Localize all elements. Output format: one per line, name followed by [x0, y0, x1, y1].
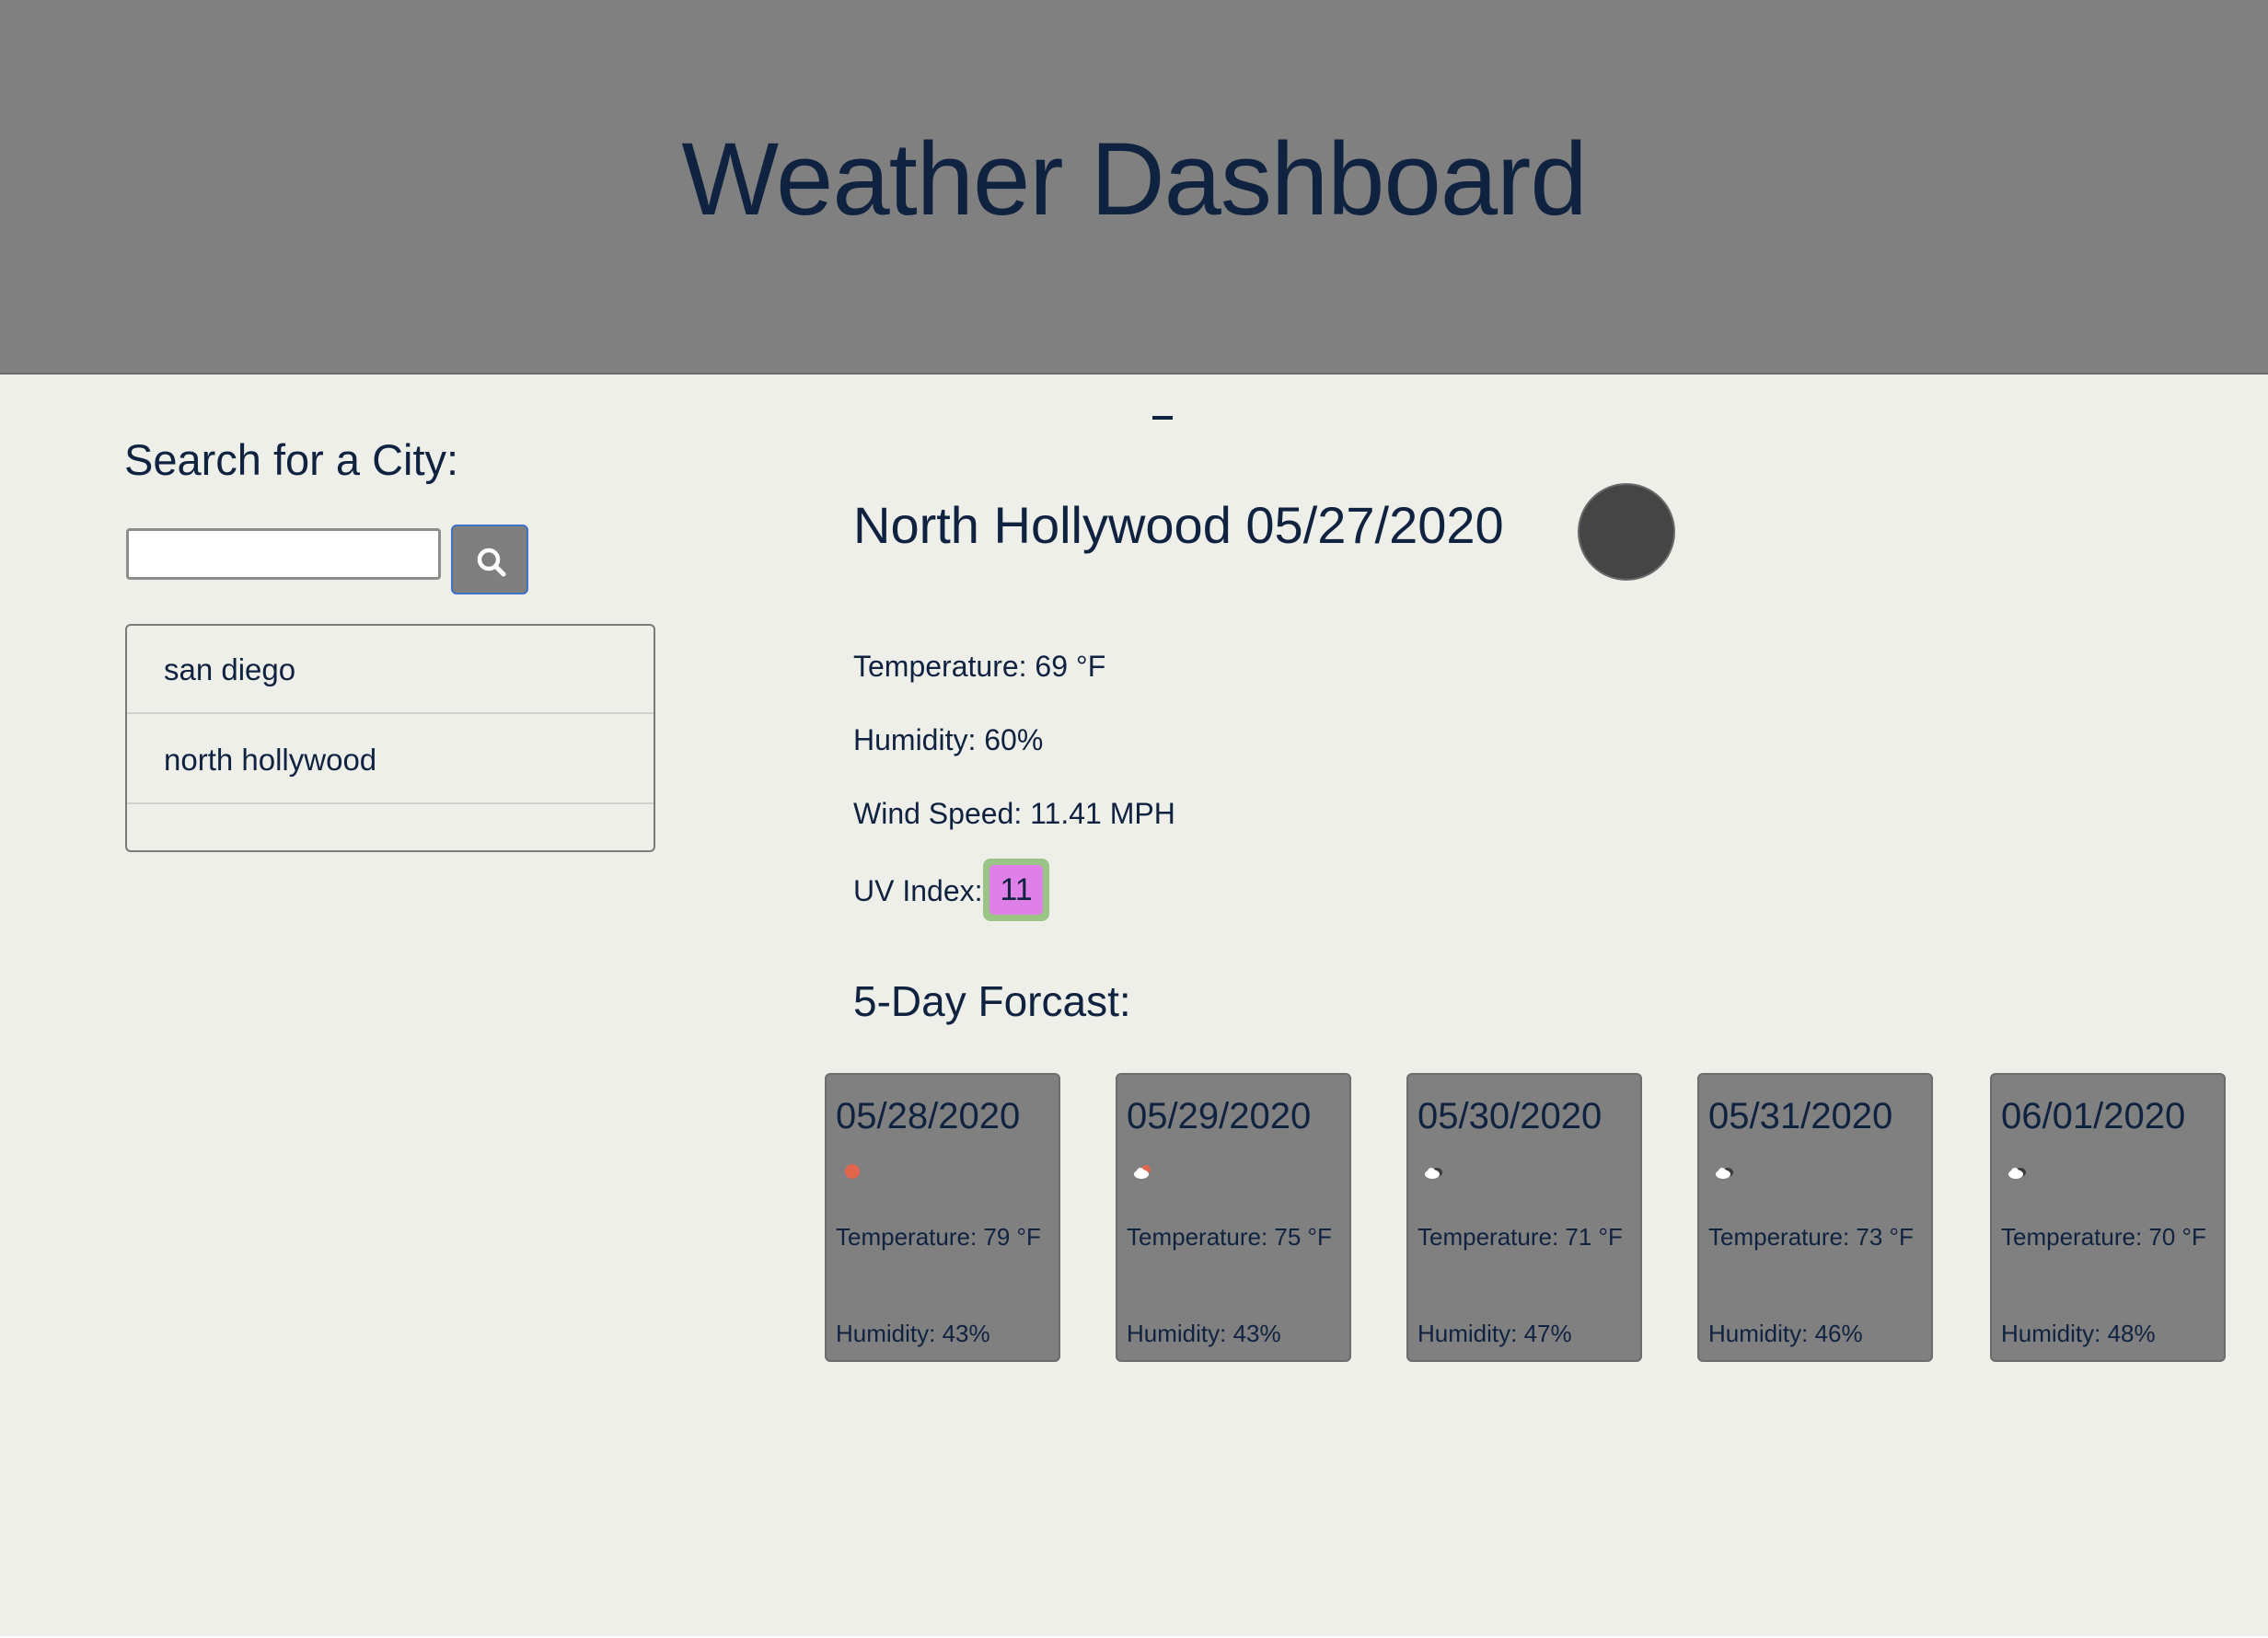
sun-icon	[845, 1164, 860, 1179]
forecast-card: 05/30/2020 Temperature: 71 °F Humidity: …	[1406, 1073, 1642, 1362]
forecast-temperature: Temperature: 75 °F	[1127, 1223, 1332, 1251]
cloud-icon	[1716, 1168, 1733, 1179]
current-wind-speed: Wind Speed: 11.41 MPH	[853, 797, 1175, 830]
forecast-humidity: Humidity: 46%	[1708, 1320, 1863, 1347]
current-temperature: Temperature: 69 °F	[853, 650, 1106, 683]
forecast-temperature: Temperature: 79 °F	[836, 1223, 1041, 1251]
search-input[interactable]	[126, 528, 441, 580]
forecast-card: 05/29/2020 Temperature: 75 °F Humidity: …	[1116, 1073, 1351, 1362]
forecast-heading: 5-Day Forcast:	[853, 977, 1131, 1025]
history-item[interactable]: san diego	[127, 626, 654, 714]
cloud-icon	[1425, 1168, 1442, 1179]
page-title: Weather Dashboard	[681, 121, 1587, 236]
history-item[interactable]	[127, 806, 654, 850]
search-history-list: san diego north hollywood	[125, 624, 655, 852]
forecast-date: 05/31/2020	[1708, 1096, 1893, 1136]
uv-index-value: 11	[989, 865, 1043, 915]
history-item[interactable]: north hollywood	[127, 716, 654, 804]
uv-index-badge: 11	[983, 859, 1049, 921]
search-button[interactable]	[451, 525, 528, 594]
forecast-temperature: Temperature: 73 °F	[1708, 1223, 1914, 1251]
weather-icon	[1578, 483, 1675, 581]
forecast-humidity: Humidity: 48%	[2001, 1320, 2156, 1347]
forecast-temperature: Temperature: 70 °F	[2001, 1223, 2206, 1251]
cloud-icon	[2008, 1168, 2026, 1179]
forecast-card: 06/01/2020 Temperature: 70 °F Humidity: …	[1990, 1073, 2226, 1362]
forecast-date: 05/28/2020	[836, 1096, 1021, 1136]
forecast-humidity: Humidity: 43%	[1127, 1320, 1281, 1347]
forecast-humidity: Humidity: 47%	[1418, 1320, 1572, 1347]
search-label: Search for a City:	[124, 435, 459, 484]
forecast-card: 05/31/2020 Temperature: 73 °F Humidity: …	[1697, 1073, 1933, 1362]
forecast-card: 05/28/2020 Temperature: 79 °F Humidity: …	[825, 1073, 1060, 1362]
search-icon	[477, 548, 506, 577]
current-humidity: Humidity: 60%	[853, 723, 1044, 756]
page-header: Weather Dashboard	[0, 0, 2268, 375]
partly-cloudy-icon	[1134, 1165, 1151, 1179]
forecast-temperature: Temperature: 71 °F	[1418, 1223, 1623, 1251]
uv-index-label: UV Index:	[853, 874, 983, 907]
forecast-date: 06/01/2020	[2001, 1096, 2186, 1136]
forecast-date: 05/29/2020	[1127, 1096, 1312, 1136]
forecast-date: 05/30/2020	[1418, 1096, 1603, 1136]
separator-mark	[1152, 416, 1173, 420]
forecast-humidity: Humidity: 43%	[836, 1320, 990, 1347]
city-date-title: North Hollywood 05/27/2020	[853, 496, 1504, 554]
